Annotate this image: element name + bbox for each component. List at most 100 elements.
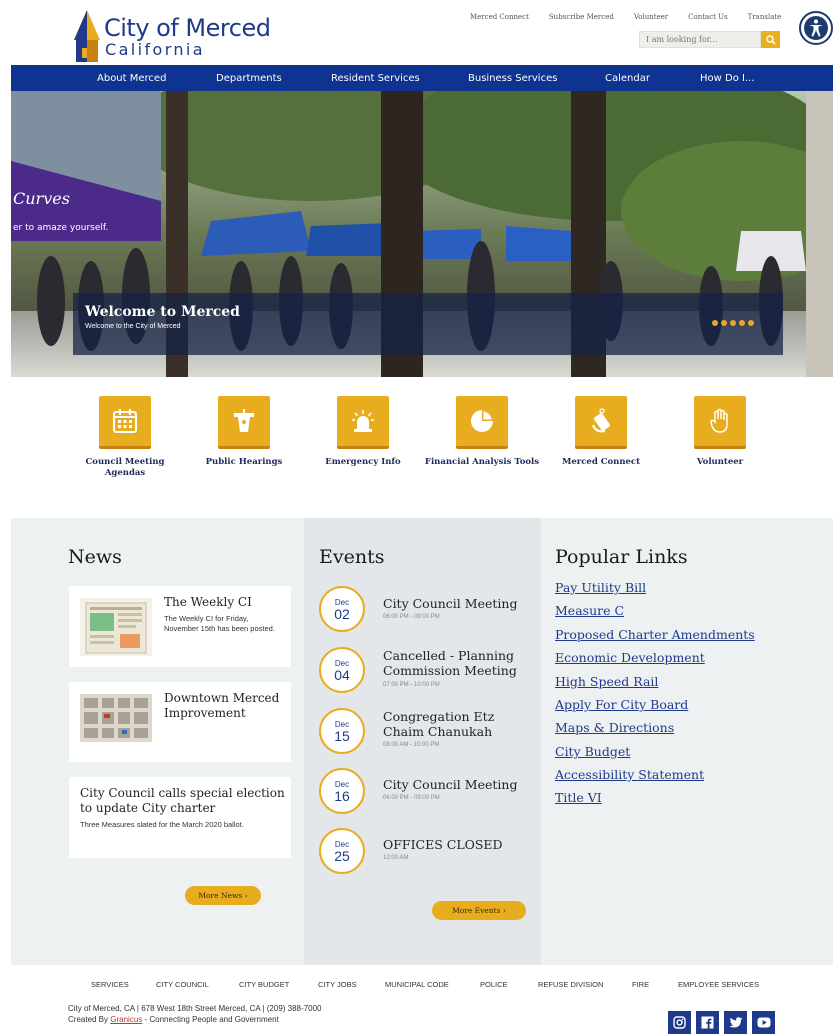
popular-link-charter-amendments[interactable]: Proposed Charter Amendments	[555, 627, 755, 642]
logo-title: City of Merced	[104, 14, 271, 42]
twitter-button[interactable]	[724, 1011, 747, 1034]
event-time: 06:00 PM - 09:00 PM	[383, 795, 440, 801]
instagram-button[interactable]	[668, 1011, 691, 1034]
event-item[interactable]: Dec 02 City Council Meeting 06:00 PM - 0…	[319, 586, 534, 636]
quick-link-council-agendas[interactable]: Council Meeting Agendas	[65, 396, 185, 479]
more-news-button[interactable]: More News ›	[185, 886, 261, 905]
twitter-icon	[728, 1016, 742, 1027]
podium-icon	[234, 409, 254, 432]
event-item[interactable]: Dec 16 City Council Meeting 06:00 PM - 0…	[319, 768, 534, 818]
footer-link-municipal-code[interactable]: MUNICIPAL CODE	[385, 980, 449, 989]
pie-chart-icon	[471, 410, 493, 432]
popular-link-city-budget[interactable]: City Budget	[555, 744, 630, 759]
quick-tile	[456, 396, 508, 449]
utility-link-volunteer[interactable]: Volunteer	[634, 13, 668, 21]
event-item[interactable]: Dec 25 OFFICES CLOSED 12:00 AM	[319, 828, 534, 878]
nav-resident-services[interactable]: Resident Services	[331, 73, 420, 84]
slide-dot-2[interactable]	[721, 320, 727, 326]
event-title: City Council Meeting	[383, 596, 518, 611]
newspaper-thumbnail	[80, 598, 152, 656]
event-date-badge: Dec 02	[319, 586, 365, 632]
credit-prefix: Created By	[68, 1015, 111, 1024]
event-day: 25	[334, 848, 350, 864]
utility-link-merced-connect[interactable]: Merced Connect	[470, 13, 529, 21]
quick-link-volunteer[interactable]: Volunteer	[660, 396, 780, 468]
event-time: 08:00 AM - 10:00 PM	[383, 742, 440, 748]
hero-caption: Welcome to Merced Welcome to the City of…	[73, 293, 783, 355]
search-input[interactable]	[639, 31, 761, 48]
quick-link-merced-connect[interactable]: Merced Connect	[541, 396, 661, 468]
footer-link-refuse-division[interactable]: REFUSE DIVISION	[538, 980, 603, 989]
nav-about-merced[interactable]: About Merced	[97, 73, 166, 84]
slide-dot-1[interactable]	[712, 320, 718, 326]
utility-link-translate[interactable]: Translate	[748, 13, 782, 21]
popular-link-title-vi[interactable]: Title VI	[555, 790, 602, 805]
site-header: City of Merced California Merced Connect…	[0, 0, 833, 65]
footer-link-services[interactable]: SERVICES	[91, 980, 129, 989]
slide-dot-4[interactable]	[739, 320, 745, 326]
news-description: Three Measures slated for the March 2020…	[80, 820, 244, 829]
event-time: 12:00 AM	[383, 855, 409, 861]
quick-tile	[575, 396, 627, 449]
search-button[interactable]	[761, 31, 780, 48]
footer-link-city-jobs[interactable]: CITY JOBS	[318, 980, 357, 989]
popular-links-heading: Popular Links	[555, 546, 688, 568]
granicus-link[interactable]: Granicus	[110, 1015, 142, 1024]
popular-link-high-speed-rail[interactable]: High Speed Rail	[555, 674, 658, 689]
footer-nav: SERVICES CITY COUNCIL CITY BUDGET CITY J…	[0, 980, 833, 992]
search-icon	[765, 34, 776, 45]
quick-link-emergency-info[interactable]: Emergency Info	[303, 396, 423, 468]
hero-slideshow: Curves er to amaze yourself. Welcome to …	[11, 91, 833, 377]
quick-link-public-hearings[interactable]: Public Hearings	[184, 396, 304, 468]
footer-link-police[interactable]: POLICE	[480, 980, 508, 989]
footer-link-fire[interactable]: FIRE	[632, 980, 649, 989]
footer-link-city-council[interactable]: CITY COUNCIL	[156, 980, 209, 989]
footer-link-employee-services[interactable]: EMPLOYEE SERVICES	[678, 980, 759, 989]
event-day: 15	[334, 728, 350, 744]
news-card-weekly-ci[interactable]: The Weekly CI The Weekly CI for Friday, …	[69, 586, 291, 667]
nav-how-do-i[interactable]: How Do I...	[700, 73, 754, 84]
news-title: The Weekly CI	[164, 595, 252, 609]
popular-link-city-board[interactable]: Apply For City Board	[555, 697, 688, 712]
raised-hand-icon	[710, 408, 728, 433]
facebook-icon	[701, 1016, 714, 1029]
popular-link-pay-utility-bill[interactable]: Pay Utility Bill	[555, 580, 646, 595]
calendar-icon	[113, 409, 137, 433]
slide-indicators	[712, 320, 754, 326]
more-events-button[interactable]: More Events ›	[432, 901, 526, 920]
slide-dot-5[interactable]	[748, 320, 754, 326]
event-title: Congregation Etz Chaim Chanukah	[383, 709, 495, 739]
event-title: OFFICES CLOSED	[383, 837, 503, 852]
quick-link-label: Financial Analysis Tools	[424, 457, 540, 467]
event-time: 07:00 PM - 10:00 PM	[383, 682, 440, 688]
quick-tile	[337, 396, 389, 449]
popular-link-accessibility[interactable]: Accessibility Statement	[555, 767, 704, 782]
event-item[interactable]: Dec 15 Congregation Etz Chaim Chanukah 0…	[319, 708, 534, 758]
city-logo[interactable]: City of Merced California	[72, 8, 271, 64]
quick-link-financial-tools[interactable]: Financial Analysis Tools	[422, 396, 542, 468]
hero-title: Welcome to Merced	[85, 304, 240, 320]
utility-links: Merced Connect Subscribe Merced Voluntee…	[470, 13, 801, 21]
nav-calendar[interactable]: Calendar	[605, 73, 650, 84]
event-day: 16	[334, 788, 350, 804]
main-nav: About Merced Departments Resident Servic…	[11, 65, 833, 91]
event-item[interactable]: Dec 04 Cancelled - Planning Commission M…	[319, 647, 534, 697]
popular-link-maps-directions[interactable]: Maps & Directions	[555, 720, 674, 735]
accessibility-button[interactable]	[799, 11, 833, 45]
popular-link-measure-c[interactable]: Measure C	[555, 603, 624, 618]
tower-logo-icon	[74, 10, 100, 62]
utility-link-contact[interactable]: Contact Us	[688, 13, 728, 21]
nav-business-services[interactable]: Business Services	[468, 73, 557, 84]
tent-banner-text: Curves	[13, 189, 70, 208]
news-card-charter-election[interactable]: City Council calls special election to u…	[69, 777, 291, 858]
popular-link-economic-development[interactable]: Economic Development	[555, 650, 705, 665]
youtube-button[interactable]	[752, 1011, 775, 1034]
footer-link-city-budget[interactable]: CITY BUDGET	[239, 980, 289, 989]
quick-link-label: Public Hearings	[205, 457, 283, 467]
news-title: Downtown Merced Improvement	[164, 691, 280, 720]
nav-departments[interactable]: Departments	[216, 73, 282, 84]
facebook-button[interactable]	[696, 1011, 719, 1034]
slide-dot-3[interactable]	[730, 320, 736, 326]
utility-link-subscribe[interactable]: Subscribe Merced	[549, 13, 614, 21]
news-card-downtown-merced[interactable]: Downtown Merced Improvement	[69, 682, 291, 762]
